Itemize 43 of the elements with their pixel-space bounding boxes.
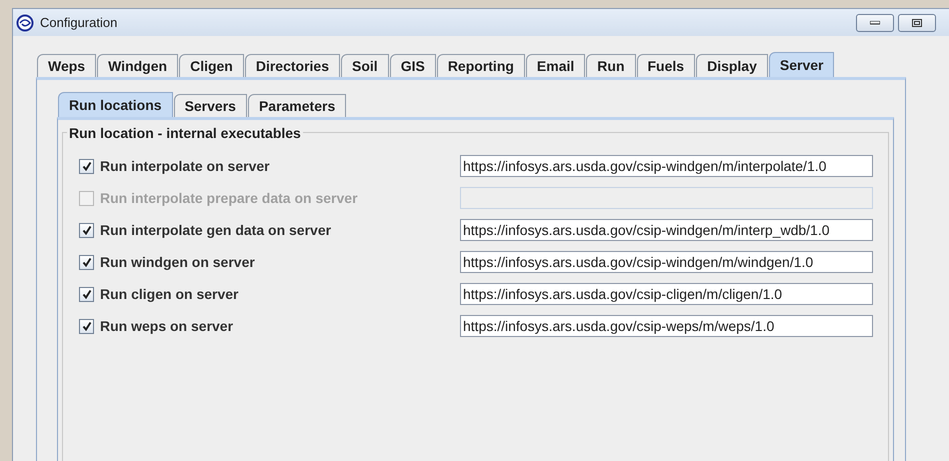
checkmark-icon [82, 289, 92, 299]
checkbox[interactable] [79, 222, 94, 238]
maximize-button[interactable] [898, 14, 936, 32]
window-title: Configuration [40, 14, 118, 32]
checkbox-label: Run interpolate prepare data on server [100, 188, 359, 208]
tab[interactable]: Cligen [179, 54, 244, 77]
checkbox-label: Run windgen on server [100, 252, 256, 272]
tab[interactable]: Run [586, 54, 636, 77]
checkmark-icon [82, 257, 92, 267]
minimize-icon [870, 20, 880, 24]
minimize-button[interactable] [856, 14, 894, 32]
tab[interactable]: Display [696, 54, 768, 77]
tab[interactable]: Windgen [97, 54, 178, 77]
tab[interactable]: Fuels [636, 54, 696, 77]
checkbox[interactable] [79, 286, 94, 302]
checkbox[interactable] [79, 254, 94, 270]
url-field[interactable]: https://infosys.ars.usda.gov/csip-weps/m/weps/1.0 [460, 315, 873, 337]
url-field[interactable]: https://infosys.ars.usda.gov/csip-windgen/m/interp_wdb/1.0 [460, 219, 873, 241]
tab[interactable]: Weps [37, 54, 96, 77]
maximize-icon [912, 18, 922, 26]
checkbox-label: Run interpolate gen data on server [100, 220, 332, 240]
checkbox-label: Run cligen on server [100, 284, 240, 304]
tab[interactable]: GIS [390, 54, 436, 77]
tab[interactable]: Parameters [248, 94, 346, 117]
url-field[interactable]: https://infosys.ars.usda.gov/csip-windgen/m/windgen/1.0 [460, 251, 873, 273]
checkbox-label: Run weps on server [100, 316, 234, 336]
tab[interactable]: Email [526, 54, 586, 77]
url-field[interactable]: https://infosys.ars.usda.gov/csip-windgen/m/interpolate/1.0 [460, 155, 873, 177]
checkmark-icon [82, 321, 92, 331]
tab[interactable]: Reporting [436, 54, 525, 77]
tab[interactable]: Soil [341, 54, 389, 77]
checkbox[interactable] [79, 318, 94, 334]
checkmark-icon [82, 225, 92, 235]
app-icon [16, 14, 34, 32]
checkbox[interactable] [79, 158, 94, 174]
tab[interactable]: Directories [244, 54, 340, 77]
tab[interactable]: Server [768, 52, 834, 77]
checkbox-label: Run interpolate on server [100, 156, 271, 176]
url-field[interactable]: https://infosys.ars.usda.gov/csip-cligen/m/cligen/1.0 [460, 283, 873, 305]
tab[interactable]: Run locations [58, 92, 173, 117]
url-field[interactable] [460, 187, 873, 209]
checkmark-icon [82, 161, 92, 171]
tab[interactable]: Servers [174, 94, 247, 117]
